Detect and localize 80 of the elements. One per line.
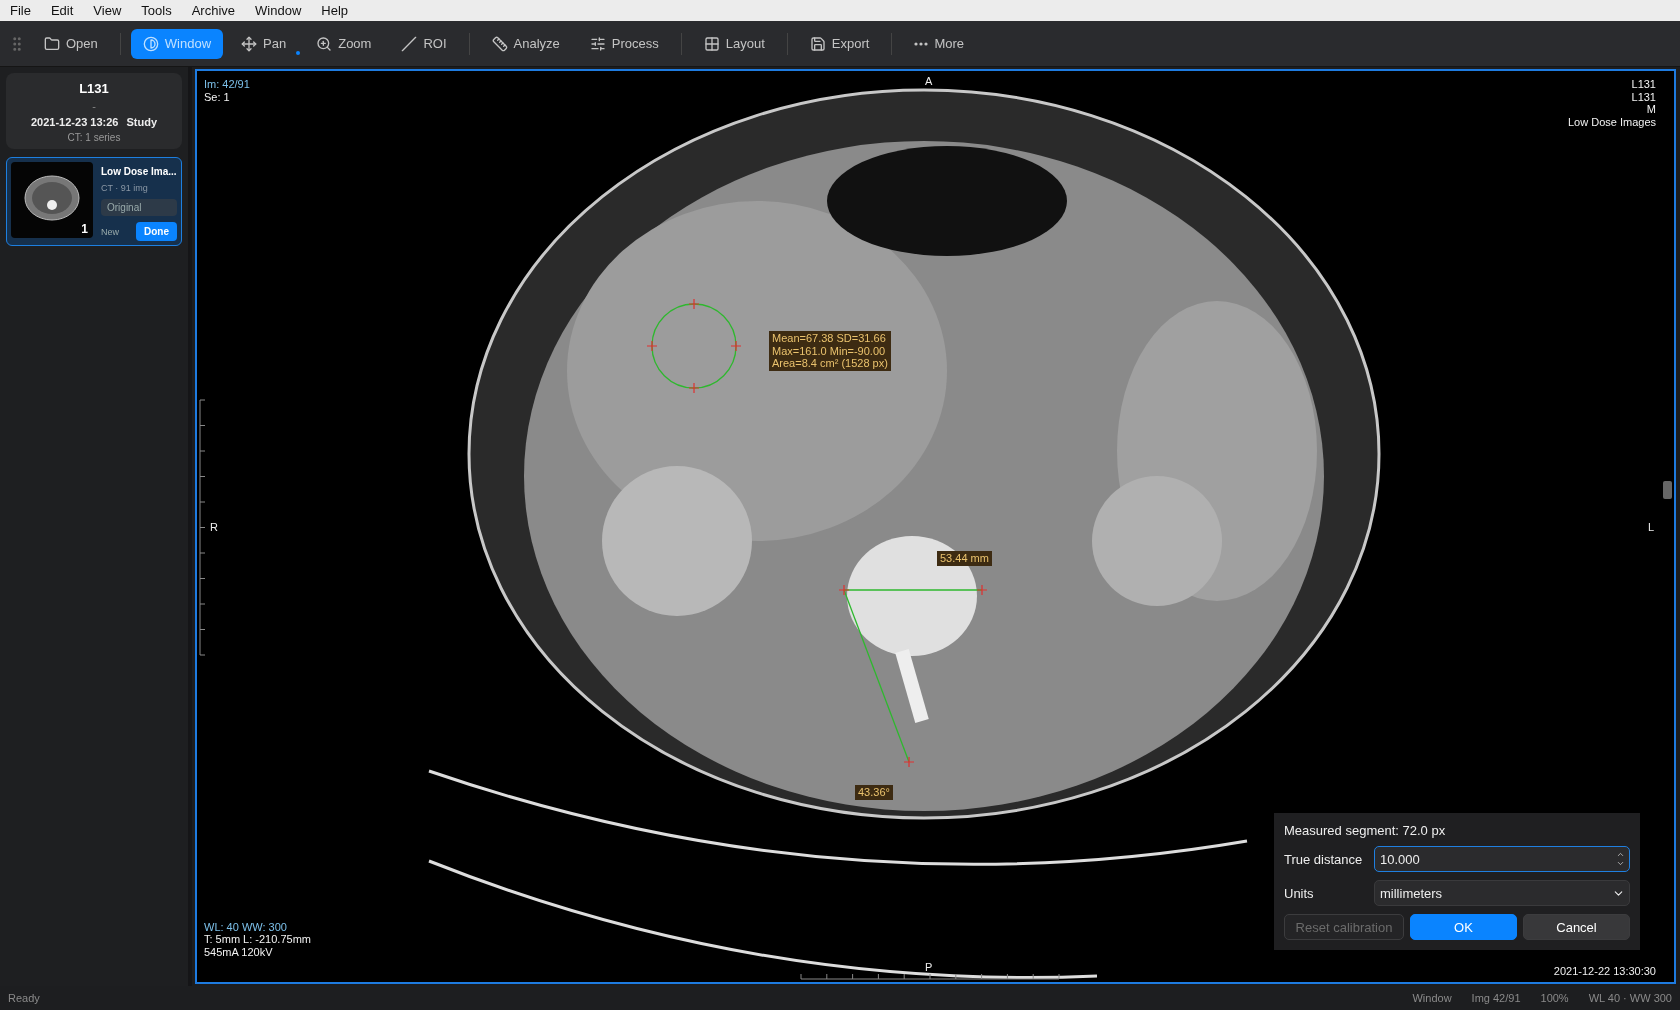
series-card[interactable]: 1 Low Dose Ima... CT · 91 img Original New Done bbox=[6, 157, 182, 246]
series-meta: CT · 91 img bbox=[101, 183, 149, 193]
series-tag: Original bbox=[101, 199, 177, 216]
folder-icon bbox=[44, 35, 60, 52]
angle-label: 43.36° bbox=[855, 785, 893, 800]
overlay-text: Se: 1 bbox=[204, 90, 230, 103]
dialog-button[interactable]: Cancel bbox=[1523, 914, 1630, 940]
control-point-icon[interactable] bbox=[976, 584, 988, 596]
save-icon bbox=[809, 35, 826, 52]
overlay-text: T: 5mm L: -210.75mm bbox=[204, 933, 311, 946]
menu-item[interactable]: Tools bbox=[141, 3, 172, 18]
menu-item[interactable]: Help bbox=[321, 3, 349, 18]
spinner-icon[interactable] bbox=[1616, 850, 1625, 868]
toolbar-button[interactable]: Process bbox=[577, 28, 671, 59]
overlay-text: 545mA 120kV bbox=[204, 945, 273, 958]
study-summary: CT: 1 series bbox=[67, 132, 121, 143]
control-point-icon[interactable] bbox=[903, 756, 915, 768]
measured-segment-text: Measured segment: 72.0 px bbox=[1284, 823, 1447, 838]
toolbar-button[interactable]: Pan bbox=[229, 28, 299, 59]
more-icon bbox=[914, 41, 929, 46]
status-item: Window bbox=[1412, 992, 1452, 1004]
zoom-icon bbox=[316, 35, 333, 52]
overlay-text: Im: 42/91 bbox=[204, 78, 250, 91]
orientation-label: A bbox=[925, 75, 933, 87]
dialog-button[interactable]: OK bbox=[1410, 914, 1517, 940]
orientation-label: R bbox=[210, 521, 218, 533]
patient-detail: - bbox=[92, 100, 96, 112]
grid-icon bbox=[703, 35, 720, 52]
sliders-icon bbox=[589, 35, 606, 52]
distance-label: 53.44 mm bbox=[937, 551, 992, 566]
field-label: True distance bbox=[1284, 851, 1364, 867]
control-point-icon[interactable] bbox=[688, 382, 700, 394]
series-title: Low Dose Ima... bbox=[101, 166, 177, 177]
orientation-label: P bbox=[925, 961, 933, 973]
angle-line[interactable] bbox=[843, 589, 910, 763]
toolbar-button[interactable]: Zoom bbox=[304, 28, 384, 59]
toolbar-button[interactable]: Open bbox=[32, 28, 110, 59]
toolbar-button[interactable]: More bbox=[902, 28, 977, 59]
units-select[interactable]: millimeters bbox=[1374, 880, 1630, 906]
timestamp: 2021-12-22 13:30:30 bbox=[1553, 965, 1656, 977]
menu-item[interactable]: Window bbox=[255, 3, 302, 18]
menu-item[interactable]: Edit bbox=[50, 3, 74, 18]
status-item: 100% bbox=[1540, 992, 1569, 1004]
control-point-icon[interactable] bbox=[646, 340, 658, 352]
toolbar-button[interactable]: Layout bbox=[691, 28, 777, 59]
control-point-icon[interactable] bbox=[730, 340, 742, 352]
series-status: New bbox=[101, 226, 119, 237]
overlay-text: L131 bbox=[1631, 90, 1656, 103]
overlay-text: WL: 40 WW: 300 bbox=[204, 920, 287, 933]
toolbar-button[interactable]: Export bbox=[797, 28, 882, 59]
ruler-icon bbox=[491, 35, 508, 52]
move-icon bbox=[241, 35, 258, 52]
study-type: Study bbox=[126, 116, 157, 128]
control-point-icon[interactable] bbox=[838, 584, 850, 596]
study-card[interactable]: L131 - 2021-12-23 13:26 Study CT: 1 series bbox=[6, 73, 182, 149]
orientation-label: L bbox=[1648, 521, 1655, 533]
indicator-dot bbox=[296, 50, 301, 55]
line-icon bbox=[401, 35, 418, 52]
image-viewport[interactable] bbox=[195, 69, 1676, 984]
status-item: Img 42/91 bbox=[1471, 992, 1521, 1004]
status-text: Ready bbox=[8, 992, 40, 1004]
field-label: Units bbox=[1284, 885, 1315, 901]
overlay-text: Low Dose Images bbox=[1567, 115, 1656, 128]
control-point-icon[interactable] bbox=[688, 298, 700, 310]
menu-item[interactable]: File bbox=[10, 3, 31, 18]
overlay-text: L131 bbox=[1631, 78, 1656, 91]
study-date: 2021-12-23 13:26 bbox=[31, 116, 119, 128]
overlay-text: M bbox=[1646, 103, 1656, 116]
contrast-icon bbox=[142, 35, 159, 52]
menu-item[interactable]: View bbox=[93, 3, 122, 18]
distance-input[interactable]: 10.000 bbox=[1374, 846, 1630, 872]
patient-name: L131 bbox=[79, 81, 109, 96]
toolbar-button[interactable]: Analyze bbox=[479, 28, 572, 59]
scrollbar-thumb[interactable] bbox=[1663, 481, 1672, 499]
roi-stats-label: Mean=67.38 SD=31.66 Max=161.0 Min=-90.00 Area=8.4 cm² (1528 px) bbox=[769, 331, 891, 371]
series-number: 1 bbox=[81, 222, 88, 236]
status-item: WL 40 · WW 300 bbox=[1588, 992, 1672, 1004]
toolbar-button[interactable]: ROI bbox=[389, 28, 459, 59]
done-button[interactable]: Done bbox=[136, 222, 177, 241]
menu-item[interactable]: Archive bbox=[191, 3, 236, 18]
